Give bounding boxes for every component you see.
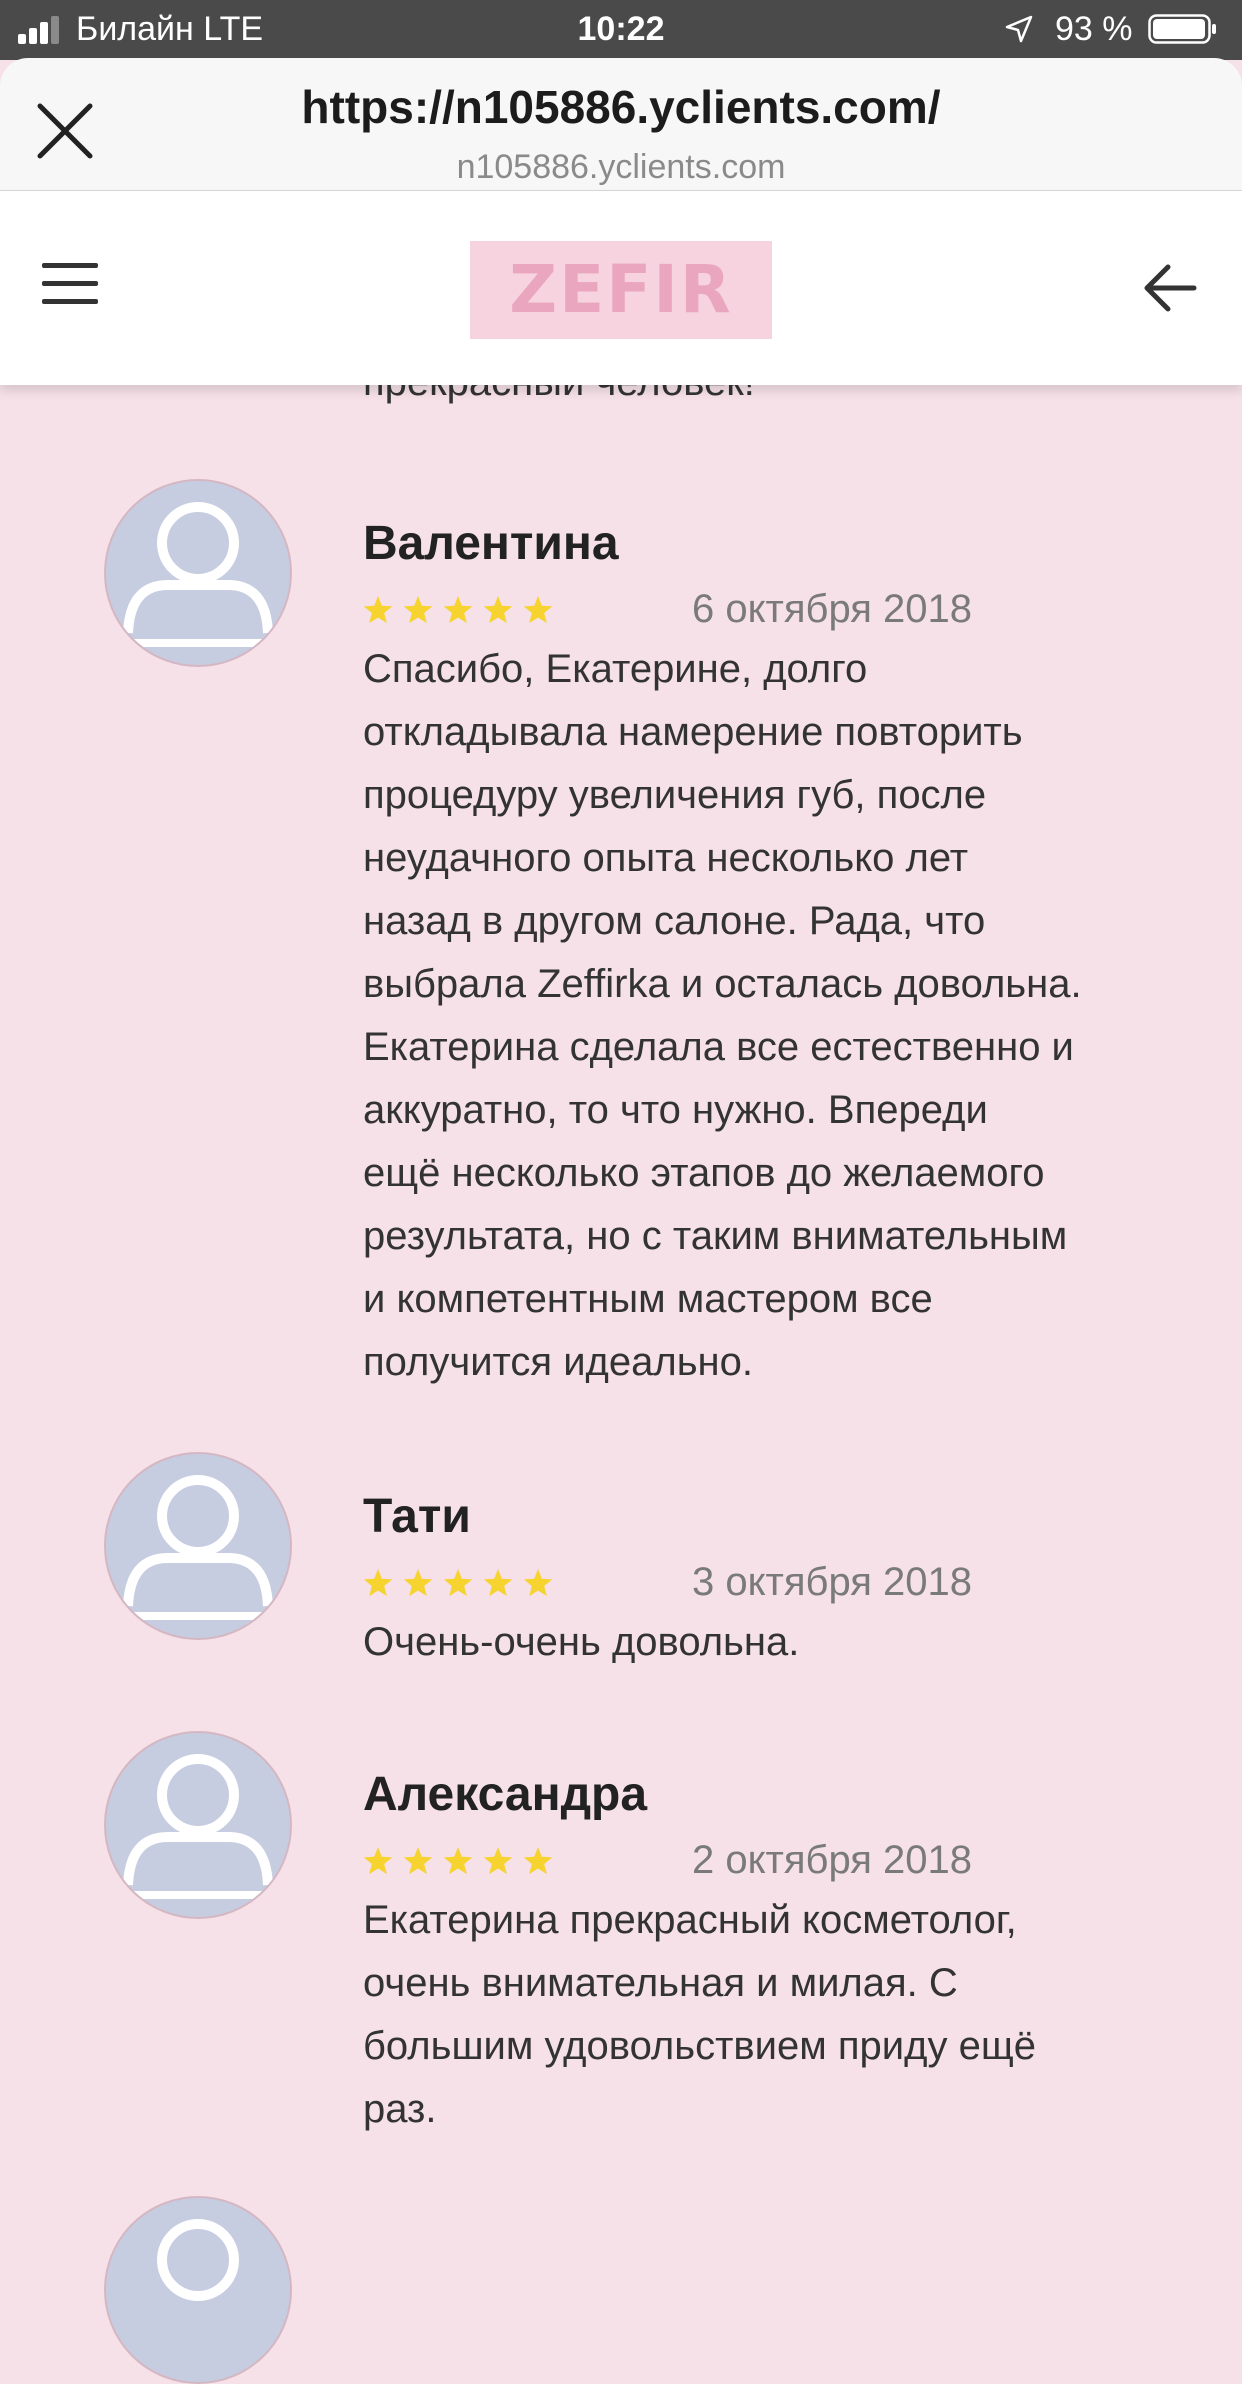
review-text: Екатерина прекрасный косметолог, очень в… xyxy=(363,1889,1163,2141)
review-line: результата, но с таким внимательным xyxy=(363,1214,1068,1258)
star-icon xyxy=(443,1569,473,1597)
star-icon xyxy=(443,596,473,624)
star-rating xyxy=(363,1847,553,1875)
star-icon xyxy=(363,1569,393,1597)
review-date: 3 октября 2018 xyxy=(692,1560,972,1604)
review-line: Спасибо, Екатерине, долго xyxy=(363,647,868,691)
star-icon xyxy=(523,1847,553,1875)
review-line: ещё несколько этапов до желаемого xyxy=(363,1151,1045,1195)
review-line: раз. xyxy=(363,2087,437,2131)
review-text: Спасибо, Екатерине, долго откладывала на… xyxy=(363,638,1163,1394)
review-text: Очень-очень довольна. xyxy=(363,1611,1163,1674)
review-line: очень внимательная и милая. С xyxy=(363,1961,958,2005)
user-placeholder-icon xyxy=(123,1475,273,1620)
review-line: Очень-очень довольна. xyxy=(363,1620,800,1664)
star-icon xyxy=(483,1569,513,1597)
review-line: аккуратно, то что нужно. Впереди xyxy=(363,1088,988,1132)
star-rating xyxy=(363,596,553,624)
review-line: выбрала Zeffirka и осталась довольна. xyxy=(363,962,1082,1006)
avatar xyxy=(104,479,292,667)
star-icon xyxy=(483,1847,513,1875)
star-icon xyxy=(443,1847,473,1875)
review-date: 2 октября 2018 xyxy=(692,1838,972,1882)
star-icon xyxy=(523,1569,553,1597)
star-icon xyxy=(363,596,393,624)
star-icon xyxy=(523,596,553,624)
review-line: неудачного опыта несколько лет xyxy=(363,836,969,880)
review-line: процедуру увеличения губ, после xyxy=(363,773,987,817)
avatar xyxy=(104,1452,292,1640)
star-icon xyxy=(403,1847,433,1875)
review-line: большим удовольствием приду ещё xyxy=(363,2024,1036,2068)
review-line: Екатерина прекрасный косметолог, xyxy=(363,1898,1017,1942)
hamburger-menu-icon[interactable] xyxy=(42,263,102,311)
user-placeholder-icon xyxy=(123,1754,273,1899)
review-date: 6 октября 2018 xyxy=(692,587,972,631)
reviewer-name: Тати xyxy=(363,1490,471,1543)
star-icon xyxy=(403,1569,433,1597)
review-line: получится идеально. xyxy=(363,1340,753,1384)
review-line: назад в другом салоне. Рада, что xyxy=(363,899,986,943)
user-placeholder-icon xyxy=(157,2219,239,2301)
star-icon xyxy=(403,596,433,624)
arrow-left-icon[interactable] xyxy=(1140,261,1200,315)
reviewer-name: Валентина xyxy=(363,517,619,570)
review-line: и компетентным мастером все xyxy=(363,1277,933,1321)
star-icon xyxy=(483,596,513,624)
review-line: Екатерина сделала все естественно и xyxy=(363,1025,1074,1069)
star-icon xyxy=(363,1847,393,1875)
user-placeholder-icon xyxy=(123,502,273,647)
avatar xyxy=(104,1731,292,1919)
star-rating xyxy=(363,1569,553,1597)
avatar xyxy=(104,2196,292,2384)
review-line: откладывала намерение повторить xyxy=(363,710,1023,754)
logo[interactable]: ZEFIR xyxy=(470,241,772,339)
site-header: ZEFIR xyxy=(0,191,1242,385)
reviewer-name: Александра xyxy=(363,1768,648,1821)
